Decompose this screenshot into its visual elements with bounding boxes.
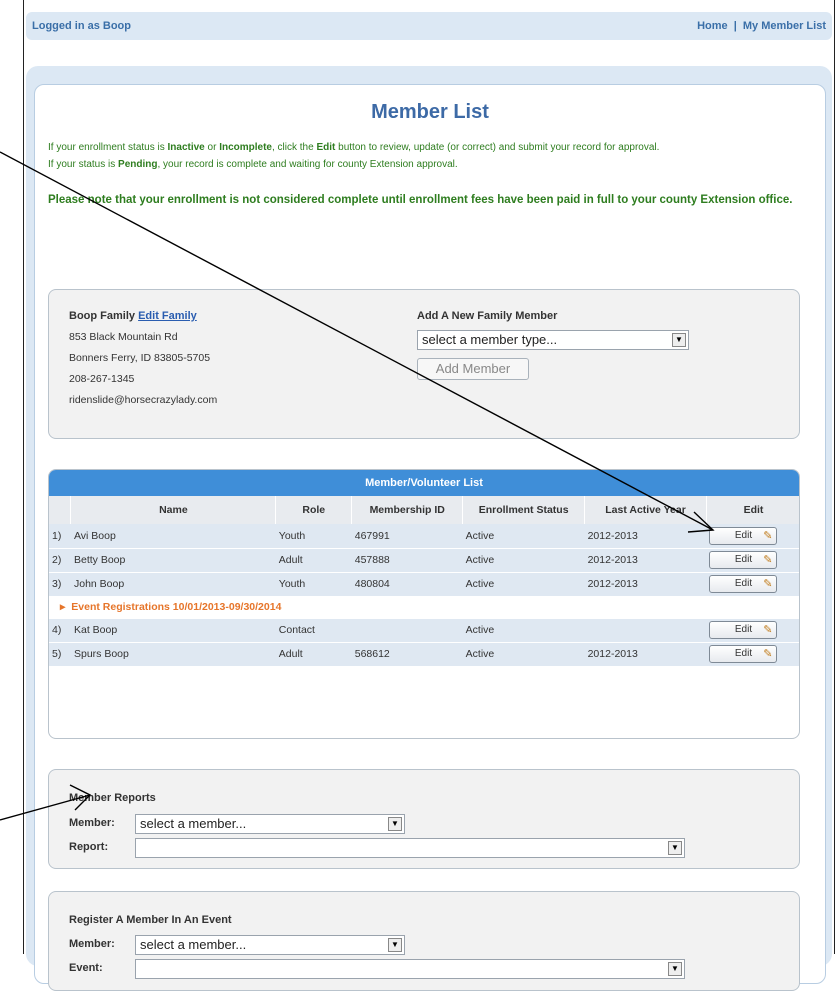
pencil-icon: ✎	[763, 624, 773, 636]
family-phone: 208-267-1345	[69, 373, 135, 385]
col-num	[49, 496, 72, 524]
report-member-label: Member:	[69, 817, 115, 829]
family-address-2: Bonners Ferry, ID 83805-5705	[69, 352, 211, 364]
dropdown-arrow-icon: ▼	[388, 938, 402, 952]
edit-button[interactable]: Edit ✎	[709, 645, 778, 663]
register-member-select[interactable]: select a member... ▼	[135, 935, 405, 955]
edit-family-link[interactable]: Edit Family	[138, 310, 197, 322]
register-event-title: Register A Member In An Event	[69, 914, 232, 926]
member-name: Avi Boop	[70, 524, 276, 549]
enrollment-note: Please note that your enrollment is not …	[48, 194, 793, 206]
my-member-list-link[interactable]: My Member List	[743, 20, 826, 32]
family-name: Boop Family Edit Family	[69, 310, 197, 322]
col-edit: Edit	[706, 496, 799, 524]
register-event-panel: Register A Member In An Event Member: se…	[48, 891, 800, 991]
add-member-title: Add A New Family Member	[417, 310, 558, 322]
pencil-icon: ✎	[763, 554, 773, 566]
family-address-1: 853 Black Mountain Rd	[69, 331, 178, 343]
pencil-icon: ✎	[763, 648, 773, 660]
report-select[interactable]: ▼	[135, 838, 685, 858]
col-last-active-year: Last Active Year	[584, 496, 707, 524]
table-row: 5) Spurs Boop Adult 568612 Active 2012-2…	[49, 642, 799, 667]
report-label: Report:	[69, 841, 109, 853]
member-type-select[interactable]: select a member type... ▼	[417, 330, 689, 350]
table-row: 1) Avi Boop Youth 467991 Active 2012-201…	[49, 524, 799, 549]
member-list-panel: Member/Volunteer List Name Role Membersh…	[48, 469, 800, 739]
content-panel: Member List If your enrollment status is…	[34, 84, 826, 991]
table-row: 3) John Boop Youth 480804 Active 2012-20…	[49, 572, 799, 597]
intro-text: If your enrollment status is Inactive or…	[48, 139, 818, 173]
pencil-icon: ✎	[763, 578, 773, 590]
edit-button[interactable]: Edit ✎	[709, 575, 778, 593]
family-email: ridenslide@horsecrazylady.com	[69, 394, 218, 406]
logged-in-text: Logged in as Boop	[32, 20, 131, 32]
col-enrollment-status: Enrollment Status	[462, 496, 586, 524]
intro-line-1: If your enrollment status is Inactive or…	[48, 142, 660, 153]
member-name: Spurs Boop	[70, 642, 276, 667]
report-member-select[interactable]: select a member... ▼	[135, 814, 405, 834]
main-container: Member List If your enrollment status is…	[26, 66, 832, 991]
member-table: Name Role Membership ID Enrollment Statu…	[49, 496, 799, 667]
intro-line-2: If your status is Pending, your record i…	[48, 159, 458, 170]
edit-button[interactable]: Edit ✎	[709, 551, 778, 569]
top-bar: Logged in as Boop Home | My Member List	[26, 12, 832, 40]
table-row: 2) Betty Boop Adult 457888 Active 2012-2…	[49, 548, 799, 573]
table-row: 4) Kat Boop Contact Active Edit ✎	[49, 618, 799, 643]
member-list-title: Member/Volunteer List	[49, 470, 799, 496]
col-membership-id: Membership ID	[351, 496, 464, 524]
expand-arrow-icon: ▸	[60, 601, 66, 613]
event-select[interactable]: ▼	[135, 959, 685, 979]
home-link[interactable]: Home	[697, 20, 728, 32]
member-reports-panel: Member Reports Member: select a member..…	[48, 769, 800, 869]
nav-separator: |	[733, 20, 737, 32]
dropdown-arrow-icon: ▼	[668, 841, 682, 855]
top-nav: Home | My Member List	[697, 20, 826, 32]
page-frame: Logged in as Boop Home | My Member List …	[23, 0, 835, 991]
col-name: Name	[70, 496, 277, 524]
page-title: Member List	[371, 101, 489, 123]
event-label: Event:	[69, 962, 103, 974]
dropdown-arrow-icon: ▼	[672, 333, 686, 347]
family-panel: Boop Family Edit Family 853 Black Mounta…	[48, 289, 800, 439]
edit-button[interactable]: Edit ✎	[709, 621, 778, 639]
member-name: John Boop	[70, 572, 276, 597]
event-registrations-row[interactable]: ▸ Event Registrations 10/01/2013-09/30/20…	[49, 596, 799, 619]
edit-button[interactable]: Edit ✎	[709, 526, 778, 545]
pencil-icon: ✎	[763, 529, 773, 542]
member-reports-title: Member Reports	[69, 792, 156, 804]
col-role: Role	[275, 496, 353, 524]
add-member-button[interactable]: Add Member	[417, 358, 529, 380]
dropdown-arrow-icon: ▼	[388, 817, 402, 831]
dropdown-arrow-icon: ▼	[668, 962, 682, 976]
member-name: Betty Boop	[70, 548, 276, 573]
register-member-label: Member:	[69, 938, 115, 950]
member-name: Kat Boop	[70, 618, 276, 643]
